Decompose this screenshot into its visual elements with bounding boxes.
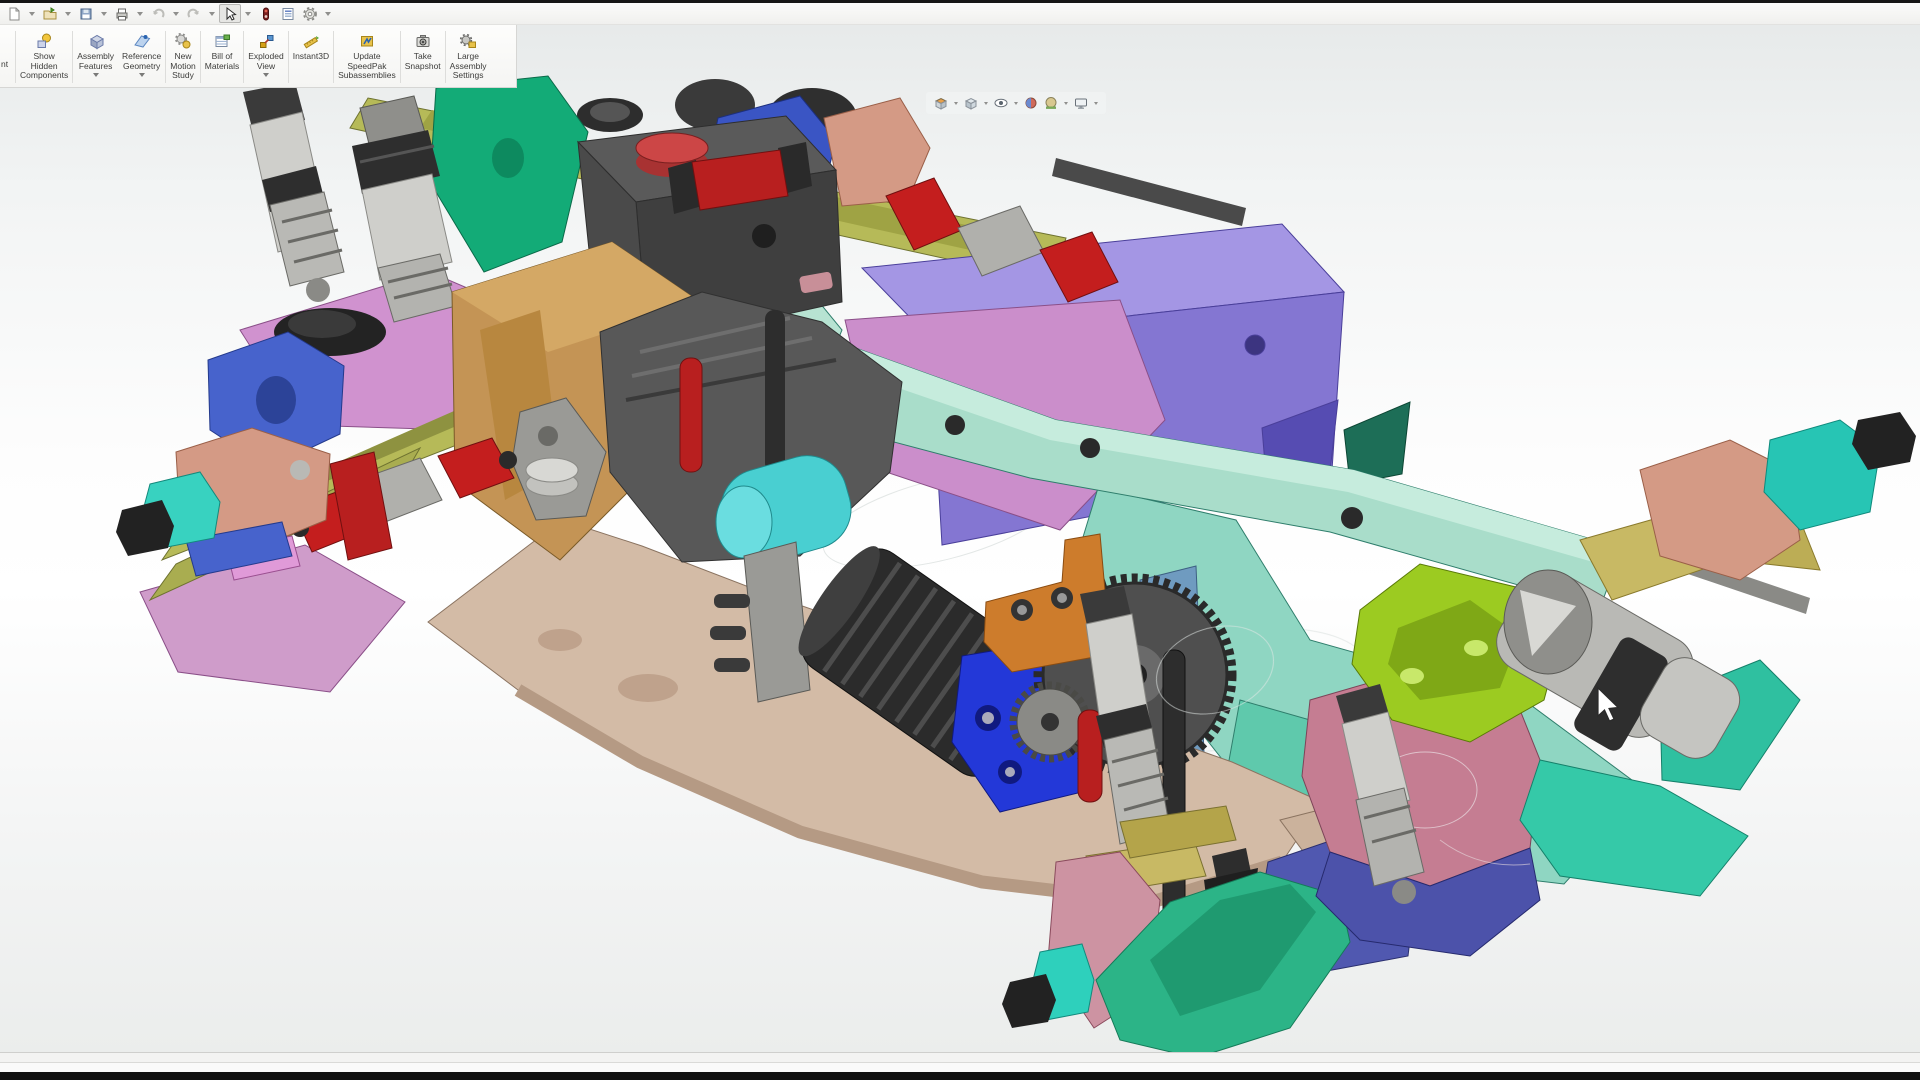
view-settings-button[interactable] (1071, 93, 1091, 113)
select-tool-button[interactable] (219, 4, 241, 23)
open-dropdown-caret[interactable] (65, 12, 71, 16)
show-hidden-components-icon (35, 30, 53, 50)
options-button[interactable] (299, 4, 321, 23)
appearance-sphere-icon (1023, 95, 1039, 111)
toolbar-button-exploded-view[interactable]: Exploded View (244, 29, 287, 87)
toolbar-button-reference-geometry[interactable]: Reference Geometry (118, 29, 165, 87)
options-dropdown-caret[interactable] (325, 12, 331, 16)
print-icon (114, 6, 130, 22)
toolbar-button-assembly-features[interactable]: Assembly Features (73, 29, 118, 87)
hide-show-items-button[interactable] (991, 93, 1011, 113)
task-pane-strip (0, 1062, 1920, 1072)
wheel-nut-rear-left[interactable] (1002, 974, 1056, 1028)
save-dropdown-caret[interactable] (101, 12, 107, 16)
redo-button[interactable] (183, 4, 205, 23)
new-document-button[interactable] (3, 4, 25, 23)
green-bracket[interactable] (430, 76, 588, 272)
status-bar (0, 1052, 1920, 1062)
hide-show-caret[interactable] (1014, 102, 1018, 105)
new-document-icon (6, 6, 22, 22)
menu-bar (0, 3, 1920, 25)
solidworks-window: { "window": { "title": "Assem_3DP_HPI-WR… (0, 0, 1920, 1080)
take-snapshot-icon (414, 30, 432, 50)
xpress-products-button[interactable] (255, 4, 277, 23)
section-view-icon (933, 95, 949, 111)
new-motion-study-icon (174, 30, 192, 50)
pull-start-rod[interactable] (680, 358, 702, 472)
toolbar-button-instant3d[interactable]: Instant3D (289, 29, 333, 87)
view-orientation-caret[interactable] (984, 102, 988, 105)
toolbar-button-partial-left[interactable]: nt (0, 29, 15, 87)
open-icon (42, 6, 58, 22)
undo-button[interactable] (147, 4, 169, 23)
toolbar-button-bill-of-materials[interactable]: Bill of Materials (201, 29, 243, 87)
section-view-caret[interactable] (954, 102, 958, 105)
toolbar-button-new-motion-study[interactable]: New Motion Study (166, 29, 200, 87)
options-gear-icon (302, 6, 318, 22)
vertical-rod-right[interactable] (1163, 650, 1185, 935)
edit-appearance-button[interactable] (1021, 93, 1041, 113)
print-dropdown-caret[interactable] (137, 12, 143, 16)
xpress-products-icon (258, 6, 274, 22)
section-view-button[interactable] (931, 93, 951, 113)
apply-scene-caret[interactable] (1064, 102, 1068, 105)
toolbar-button-take-snapshot[interactable]: Take Snapshot (401, 29, 445, 87)
heads-up-view-toolbar (926, 92, 1106, 114)
command-manager: nt Show Hidden Components Assembly Featu… (0, 25, 517, 88)
eye-icon (993, 95, 1009, 111)
assembly-model[interactable] (0, 0, 1920, 1080)
apply-scene-button[interactable] (1041, 93, 1061, 113)
undo-icon (150, 6, 166, 22)
open-button[interactable] (39, 4, 61, 23)
bill-of-materials-icon (213, 30, 231, 50)
redo-icon (186, 6, 202, 22)
save-button[interactable] (75, 4, 97, 23)
partial-button-label: nt (1, 60, 8, 70)
assembly-features-caret[interactable] (93, 73, 99, 77)
redo-dropdown-caret[interactable] (209, 12, 215, 16)
scene-sphere-icon (1043, 95, 1059, 111)
file-properties-button[interactable] (277, 4, 299, 23)
toolbar-button-show-hidden-components[interactable]: Show Hidden Components (16, 29, 72, 87)
reference-geometry-caret[interactable] (139, 73, 145, 77)
large-assembly-settings-icon (459, 30, 477, 50)
view-orientation-icon (963, 95, 979, 111)
undo-dropdown-caret[interactable] (173, 12, 179, 16)
select-cursor-icon (222, 6, 238, 22)
display-settings-icon (1073, 95, 1089, 111)
quick-access-toolbar (3, 4, 335, 23)
view-settings-caret[interactable] (1094, 102, 1098, 105)
exploded-view-icon (257, 30, 275, 50)
toolbar-button-large-assembly-settings[interactable]: Large Assembly Settings (446, 29, 491, 87)
assembly-features-icon (87, 30, 105, 50)
steering-rod[interactable] (1052, 158, 1246, 226)
select-dropdown-caret[interactable] (245, 12, 251, 16)
window-bottom-edge (0, 1072, 1920, 1080)
reference-geometry-icon (133, 30, 151, 50)
update-speedpak-icon (358, 30, 376, 50)
new-dropdown-caret[interactable] (29, 12, 35, 16)
print-button[interactable] (111, 4, 133, 23)
file-properties-icon (280, 6, 296, 22)
front-shock-left[interactable] (243, 82, 344, 302)
save-icon (78, 6, 94, 22)
exploded-view-caret[interactable] (263, 73, 269, 77)
toolbar-button-update-speedpak[interactable]: Update SpeedPak Subassemblies (334, 29, 400, 87)
antenna-rod[interactable] (765, 310, 785, 472)
view-orientation-button[interactable] (961, 93, 981, 113)
wheel-nut-front-left[interactable] (116, 500, 174, 556)
instant3d-icon (302, 30, 320, 50)
